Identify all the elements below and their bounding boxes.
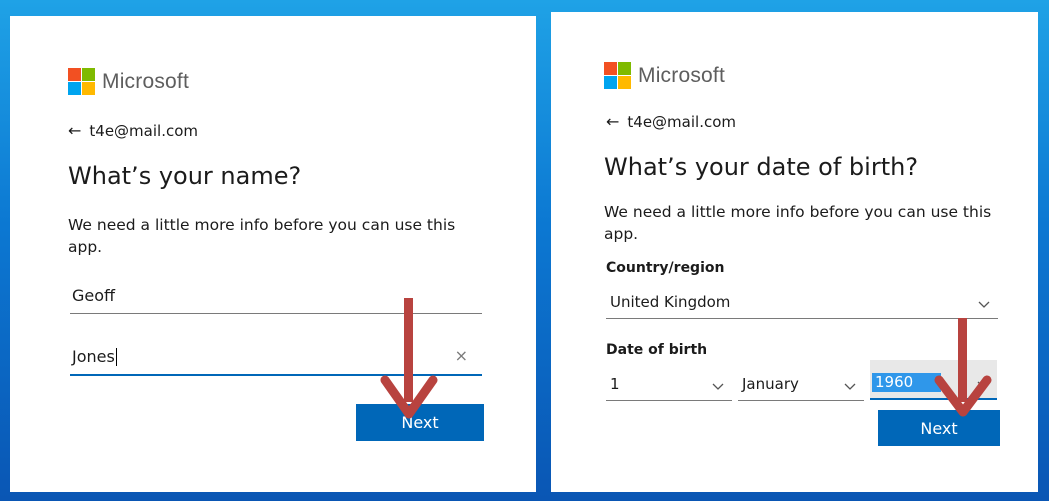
microsoft-logo: Microsoft <box>68 68 189 95</box>
chevron-down-icon[interactable] <box>978 301 990 309</box>
back-arrow-icon[interactable]: ← <box>606 112 619 131</box>
first-name-value[interactable]: Geoff <box>72 286 115 305</box>
microsoft-logo-icon <box>68 68 95 95</box>
page-title: What’s your name? <box>68 162 302 190</box>
birth-year-select[interactable]: 1960 <box>870 360 997 400</box>
dob-step-panel: Microsoft ← t4e@mail.com What’s your dat… <box>551 12 1038 492</box>
chevron-down-icon[interactable] <box>712 383 724 391</box>
text-cursor <box>115 348 117 366</box>
page-description: We need a little more info before you ca… <box>68 216 456 256</box>
birth-day-select[interactable]: 1 <box>606 366 732 401</box>
back-arrow-icon[interactable]: ← <box>68 121 81 140</box>
next-button-label: Next <box>920 418 958 438</box>
microsoft-logo-icon <box>604 62 631 89</box>
page-description: We need a little more info before you ca… <box>604 203 992 243</box>
close-icon[interactable]: × <box>455 346 468 365</box>
first-name-input[interactable]: Geoff <box>70 278 482 314</box>
account-email[interactable]: t4e@mail.com <box>627 113 736 131</box>
last-name-value-wrap[interactable]: Jones <box>72 347 117 366</box>
next-button[interactable]: Next <box>356 404 484 441</box>
next-button[interactable]: Next <box>878 410 1000 446</box>
date-of-birth-label: Date of birth <box>606 342 708 358</box>
country-region-value[interactable]: United Kingdom <box>610 293 730 311</box>
birth-day-value[interactable]: 1 <box>610 375 620 393</box>
last-name-input[interactable]: Jones × <box>70 338 482 376</box>
chevron-down-icon[interactable] <box>977 381 989 389</box>
name-step-panel: Microsoft ← t4e@mail.com What’s your nam… <box>10 16 536 492</box>
birth-month-value[interactable]: January <box>742 375 799 393</box>
microsoft-logo-text: Microsoft <box>102 69 189 93</box>
country-region-select[interactable]: United Kingdom <box>606 284 998 319</box>
birth-month-select[interactable]: January <box>738 366 864 401</box>
microsoft-logo: Microsoft <box>604 62 725 89</box>
page-title: What’s your date of birth? <box>604 153 919 181</box>
microsoft-logo-text: Microsoft <box>638 63 725 87</box>
account-email[interactable]: t4e@mail.com <box>89 122 198 140</box>
next-button-label: Next <box>401 413 439 432</box>
chevron-down-icon[interactable] <box>844 383 856 391</box>
last-name-value[interactable]: Jones <box>72 347 115 366</box>
birth-year-value[interactable]: 1960 <box>872 373 942 392</box>
back-to-email-link[interactable]: ← t4e@mail.com <box>68 121 198 140</box>
country-region-label: Country/region <box>606 260 725 276</box>
back-to-email-link[interactable]: ← t4e@mail.com <box>606 112 736 131</box>
